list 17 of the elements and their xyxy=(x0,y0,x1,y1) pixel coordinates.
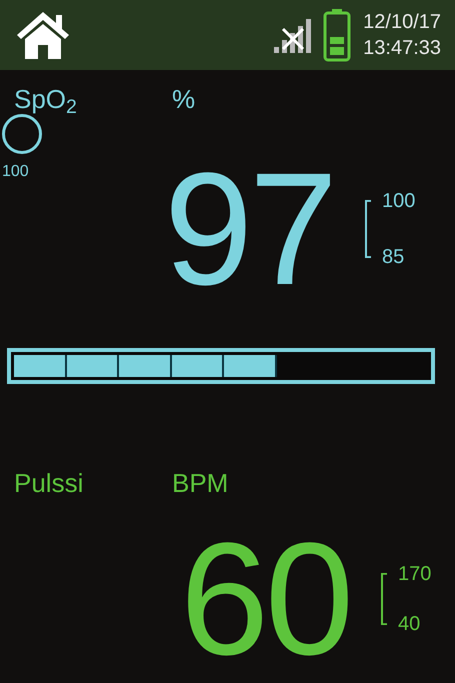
pulse-indicator-icon xyxy=(2,114,42,154)
pulse-value: 60 xyxy=(180,534,350,664)
range-bracket xyxy=(380,573,388,625)
time-text: 13:47:33 xyxy=(363,36,441,61)
range-high: 100 xyxy=(382,190,416,212)
pulse-label: Pulssi xyxy=(14,468,84,498)
spo2-value: 97 xyxy=(164,164,334,294)
range-bracket xyxy=(364,200,372,258)
date-text: 12/10/17 xyxy=(363,10,441,35)
indicator-value: 100 xyxy=(2,162,30,182)
range-low: 40 xyxy=(398,613,420,635)
range-low: 85 xyxy=(382,246,404,268)
unit-label: % xyxy=(172,84,196,114)
unit-label: BPM xyxy=(172,468,228,498)
spo2-label: SpO$_{2}$ xyxy=(14,84,78,114)
range-high: 170 xyxy=(398,563,432,585)
battery-icon xyxy=(323,8,352,62)
